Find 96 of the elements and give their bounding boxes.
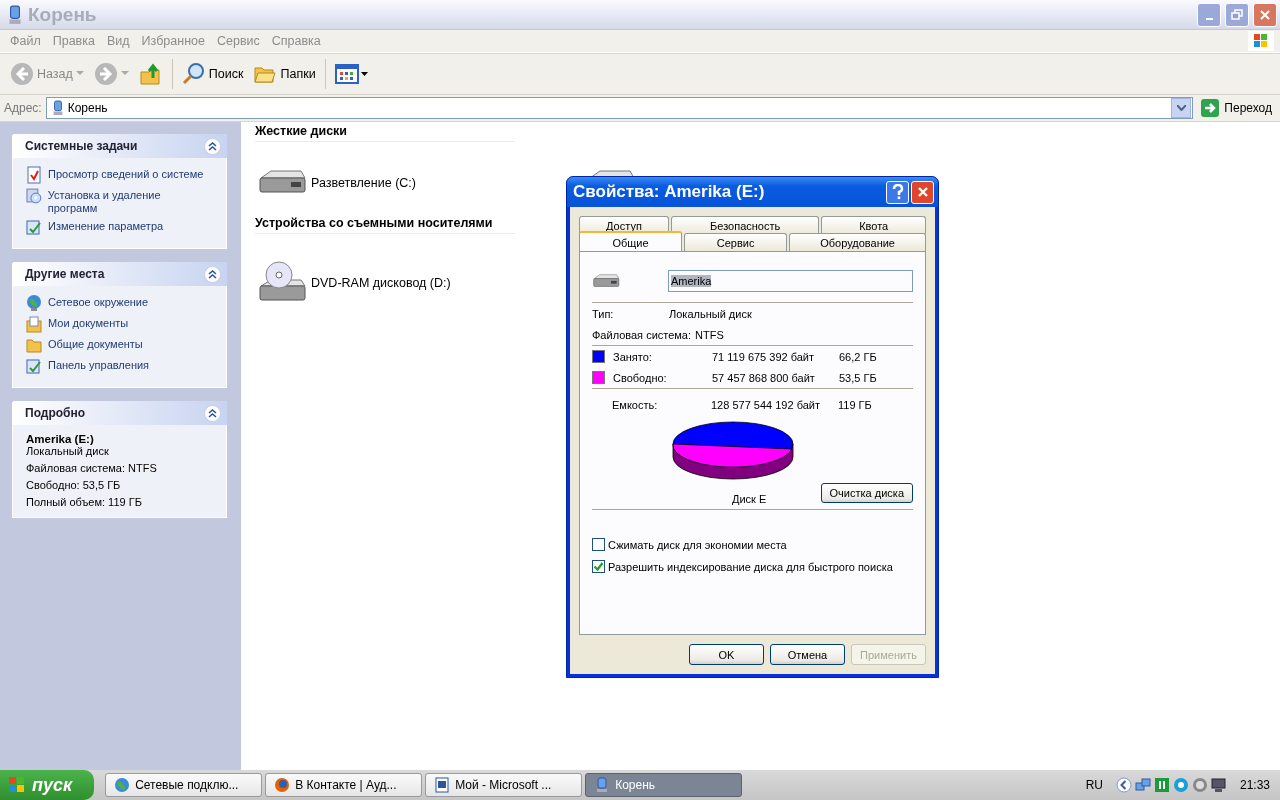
restore-icon [1231, 8, 1243, 21]
monitor-icon[interactable] [1210, 777, 1227, 793]
collapse-icon[interactable] [204, 137, 221, 155]
caret-icon [75, 71, 84, 77]
circle-tray-icon[interactable] [1172, 777, 1189, 793]
detail-text: Полный объем: 119 ГБ [26, 496, 143, 508]
size-value: 119 ГБ [838, 398, 872, 411]
task-link[interactable]: Мои документы [48, 315, 129, 330]
network-icon[interactable] [1134, 777, 1151, 793]
folders-button[interactable]: Папки [249, 60, 320, 88]
checkbox[interactable] [592, 560, 605, 573]
document-icon [434, 777, 451, 793]
task-link[interactable]: Просмотр сведений о системе [48, 166, 204, 181]
size-value: 66,2 ГБ [839, 350, 877, 363]
drive-label[interactable]: Разветвление (C:) [311, 176, 416, 190]
panel-header[interactable]: Другие места [12, 262, 227, 286]
close-icon [1259, 8, 1271, 21]
capacity-label: Емкость: [612, 398, 659, 411]
field-label: Файловая система: [592, 328, 692, 341]
caret-icon [120, 71, 129, 77]
legend-label: Занято: [613, 350, 653, 363]
detail-text: Свободно: 53,5 ГБ [26, 479, 122, 491]
views-icon [334, 63, 369, 85]
task-link[interactable]: Изменение параметра [48, 218, 164, 233]
dialog-button[interactable]: Отмена [770, 644, 845, 665]
windows-logo-icon [8, 776, 26, 794]
globe-icon [26, 294, 42, 312]
search-icon [181, 62, 206, 86]
byte-count: 128 577 544 192 байт [711, 398, 821, 411]
taskbar-button[interactable]: Корень [585, 773, 743, 797]
hard-drive-icon [592, 272, 620, 290]
tab[interactable]: Общие [579, 231, 683, 251]
collapse-icon[interactable] [204, 404, 221, 422]
collapse-icon[interactable] [204, 265, 221, 283]
group-heading: Устройства со съемными носителями [255, 216, 515, 234]
checkbox-label[interactable]: Сжимать диск для экономии места [608, 538, 787, 551]
tab[interactable]: Квота [821, 216, 926, 234]
document-folder-icon [26, 315, 42, 333]
chevron-icon[interactable] [1115, 777, 1132, 793]
control-panel-icon [26, 218, 42, 236]
dialog-button[interactable]: OK [689, 644, 764, 665]
caret-icon [1176, 105, 1186, 111]
taskbar-button[interactable]: В Контакте | Ауд... [265, 773, 423, 797]
computer-icon [6, 4, 24, 25]
detail-text: Файловая система: NTFS [26, 462, 158, 474]
size-value: 53,5 ГБ [839, 371, 877, 384]
app-tray-icon[interactable] [1153, 777, 1170, 793]
legend-label: Свободно: [613, 371, 668, 384]
drive-name: Amerika (E:) [26, 433, 95, 445]
control-panel-icon [26, 357, 42, 375]
checkbox-label[interactable]: Разрешить индексирование диска для быстрого поиска [608, 560, 893, 573]
panel-header[interactable]: Подробно [12, 401, 227, 425]
search-button[interactable]: Поиск [177, 60, 248, 88]
go-button[interactable]: Переход [1197, 99, 1276, 117]
dialog-title-bar: Свойства: Amerika (E:) [567, 177, 938, 207]
taskbar-button[interactable]: Сетевые подклю... [105, 773, 263, 797]
field-value: NTFS [695, 328, 724, 341]
byte-count: 57 457 868 800 байт [712, 371, 816, 384]
language-indicator[interactable]: RU [1085, 778, 1103, 792]
pie-caption: Диск E [732, 493, 767, 505]
address-field[interactable]: Корень [45, 97, 1194, 119]
folder-icon [26, 336, 42, 354]
group-heading: Жесткие диски [255, 124, 515, 142]
dropdown-button[interactable] [1171, 98, 1192, 118]
taskbar-button[interactable]: Мой - Microsoft ... [425, 773, 583, 797]
field-label: Тип: [592, 307, 615, 320]
name-field[interactable]: Amerika [668, 270, 913, 292]
field-value: Локальный диск [669, 307, 752, 320]
checkmark-icon [593, 561, 604, 572]
folder-up-icon [138, 62, 163, 86]
checkbox[interactable] [592, 538, 605, 551]
detail-text: Локальный диск [26, 445, 110, 457]
browser-icon [274, 777, 291, 793]
close-button[interactable] [911, 180, 934, 204]
task-link[interactable]: Общие документы [48, 336, 143, 351]
cd-box-icon [26, 187, 42, 205]
tab[interactable]: Сервис [684, 233, 788, 251]
go-arrow-icon [1201, 99, 1220, 117]
panel-header[interactable]: Системные задачи [12, 134, 227, 158]
tab[interactable]: Безопасность [670, 216, 820, 234]
close-icon [916, 186, 929, 198]
address-label: Адрес: [4, 101, 42, 115]
globe-icon [114, 777, 131, 793]
task-link[interactable]: Сетевое окружение [48, 294, 149, 309]
task-link[interactable]: Панель управления [48, 357, 150, 372]
clock: 21:33 [1239, 778, 1270, 792]
document-icon [26, 166, 42, 184]
tab[interactable]: Оборудование [789, 233, 926, 251]
task-link[interactable]: Установка и удаление программ [47, 187, 211, 215]
minimize-icon [1205, 17, 1213, 20]
question-mark-icon [891, 184, 904, 200]
disk-cleanup-button[interactable]: Очистка диска [820, 483, 913, 503]
byte-count: 71 119 675 392 байт [712, 350, 816, 363]
help-button[interactable] [886, 180, 909, 204]
drive-label[interactable]: DVD-RAM дисковод (D:) [311, 276, 451, 290]
window-title: Корень [28, 3, 97, 26]
